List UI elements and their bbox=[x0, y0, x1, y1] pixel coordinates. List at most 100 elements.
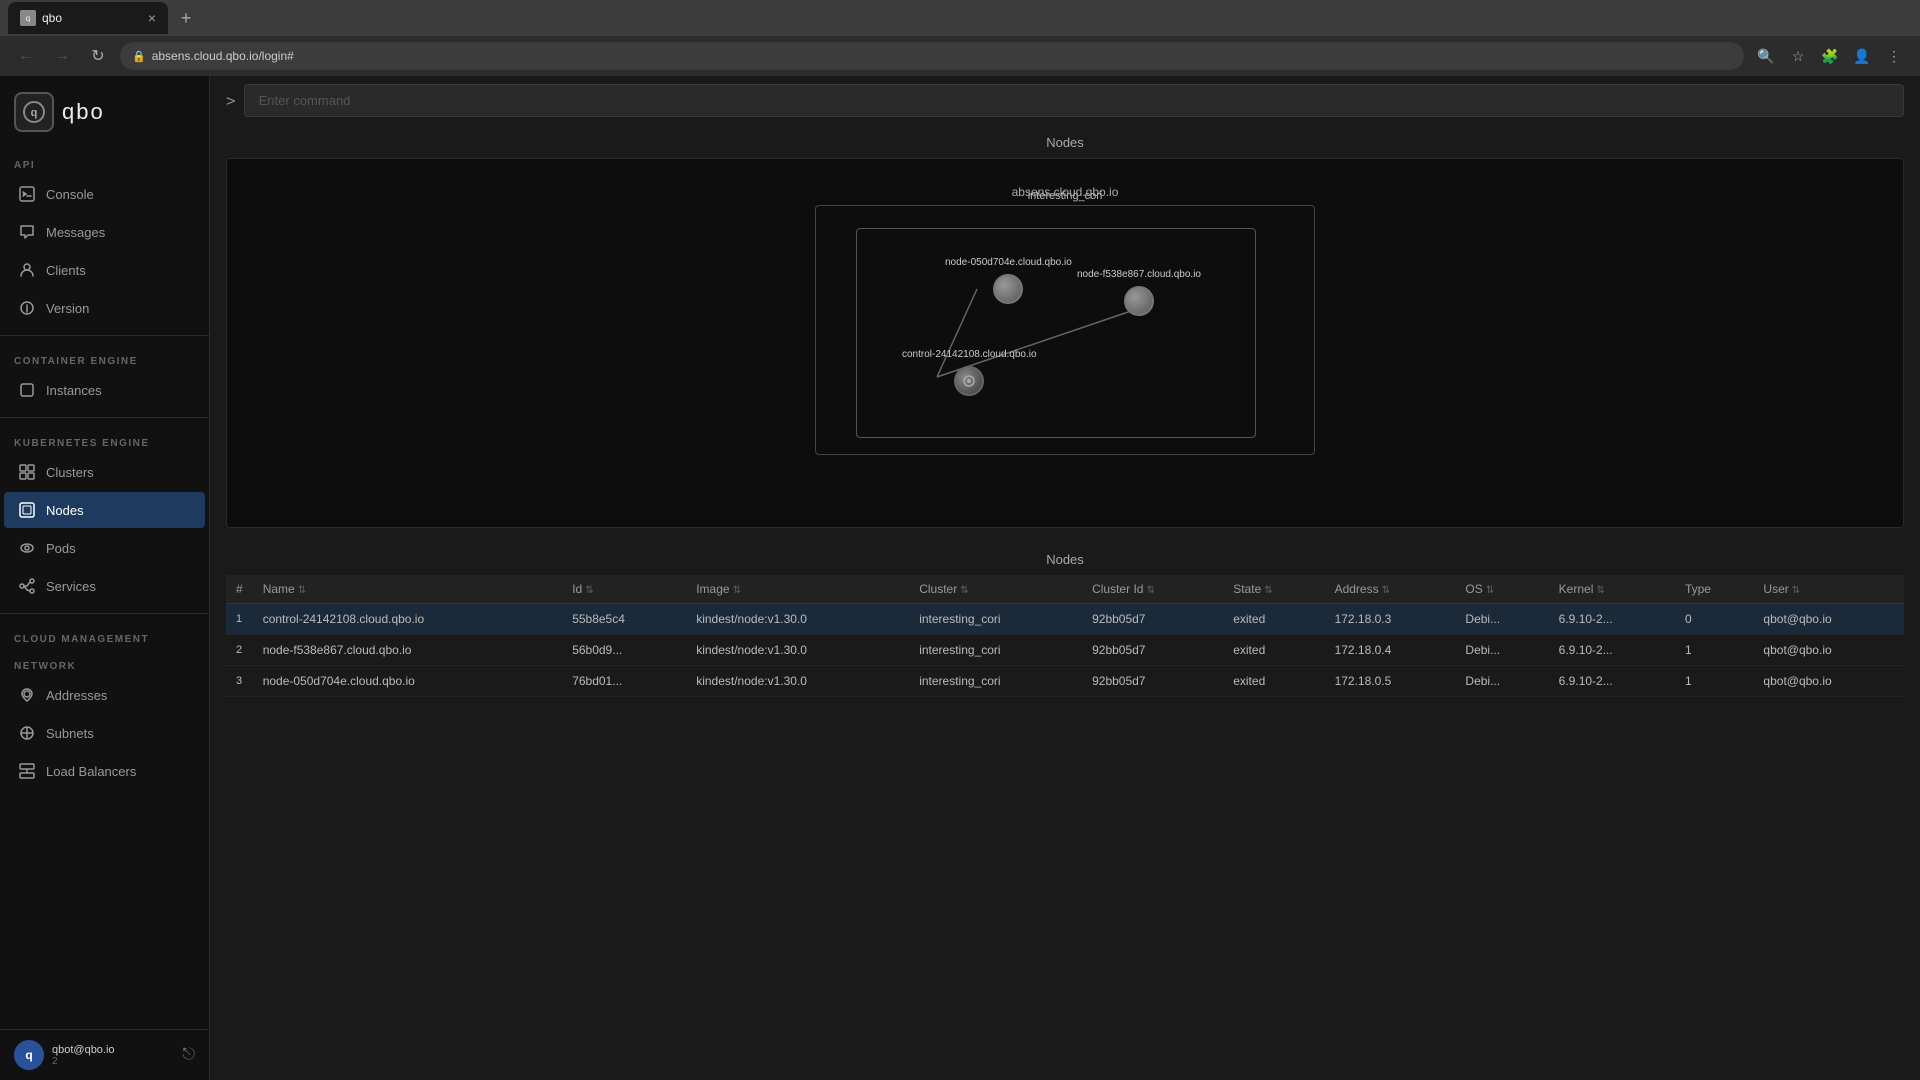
address-bar: ← → ↻ 🔒 absens.cloud.qbo.io/login# 🔍 ☆ 🧩… bbox=[0, 36, 1920, 76]
sidebar-item-pods[interactable]: Pods bbox=[4, 530, 205, 566]
control-label: control-24142108.cloud.qbo.io bbox=[902, 349, 1037, 360]
cell-state: exited bbox=[1223, 635, 1324, 666]
sidebar-item-load-balancers[interactable]: Load Balancers bbox=[4, 753, 205, 789]
cell-kernel: 6.9.10-2... bbox=[1549, 604, 1675, 635]
tab-close-button[interactable]: × bbox=[148, 10, 156, 26]
addresses-icon bbox=[18, 686, 36, 704]
control-circle bbox=[954, 366, 984, 396]
sidebar-item-clients[interactable]: Clients bbox=[4, 252, 205, 288]
cell-cluster: interesting_cori bbox=[909, 666, 1082, 697]
table-row[interactable]: 2 node-f538e867.cloud.qbo.io 56b0d9... k… bbox=[226, 635, 1904, 666]
api-section-label: API bbox=[0, 148, 209, 175]
nodes-icon bbox=[18, 501, 36, 519]
cell-id: 76bd01... bbox=[562, 666, 686, 697]
services-label: Services bbox=[46, 579, 96, 594]
graph-node-control[interactable]: control-24142108.cloud.qbo.io bbox=[902, 349, 1037, 396]
user-avatar: q bbox=[14, 1040, 44, 1070]
col-type[interactable]: Type bbox=[1675, 575, 1753, 604]
command-bar: > bbox=[210, 76, 1920, 125]
container-engine-label: CONTAINER ENGINE bbox=[0, 344, 209, 371]
col-cluster[interactable]: Cluster⇅ bbox=[909, 575, 1082, 604]
tab-favicon: q bbox=[20, 10, 36, 26]
services-icon bbox=[18, 577, 36, 595]
menu-button[interactable]: ⋮ bbox=[1880, 42, 1908, 70]
cell-name: node-050d704e.cloud.qbo.io bbox=[253, 666, 563, 697]
sidebar-item-messages[interactable]: Messages bbox=[4, 214, 205, 250]
profile-button[interactable]: 👤 bbox=[1848, 42, 1876, 70]
cell-user: qbot@qbo.io bbox=[1753, 604, 1904, 635]
cell-address: 172.18.0.4 bbox=[1325, 635, 1456, 666]
sidebar-item-nodes[interactable]: Nodes bbox=[4, 492, 205, 528]
cell-os: Debi... bbox=[1455, 666, 1548, 697]
col-cluster-id[interactable]: Cluster Id⇅ bbox=[1082, 575, 1223, 604]
kubernetes-engine-label: KUBERNETES ENGINE bbox=[0, 426, 209, 453]
col-address[interactable]: Address⇅ bbox=[1325, 575, 1456, 604]
zoom-button[interactable]: 🔍 bbox=[1752, 42, 1780, 70]
bookmark-button[interactable]: ☆ bbox=[1784, 42, 1812, 70]
new-tab-button[interactable]: + bbox=[172, 4, 200, 32]
subnets-icon bbox=[18, 724, 36, 742]
node1-circle bbox=[993, 274, 1023, 304]
sidebar-footer: q qbot@qbo.io 2 ⎋ bbox=[0, 1029, 209, 1080]
instances-icon bbox=[18, 381, 36, 399]
sidebar-item-addresses[interactable]: Addresses bbox=[4, 677, 205, 713]
col-state[interactable]: State⇅ bbox=[1223, 575, 1324, 604]
logout-button[interactable]: ⎋ bbox=[182, 1046, 195, 1064]
col-user[interactable]: User⇅ bbox=[1753, 575, 1904, 604]
forward-button[interactable]: → bbox=[48, 42, 76, 70]
table-header-row: # Name⇅ Id⇅ Image⇅ Cluster⇅ Cluster Id⇅ … bbox=[226, 575, 1904, 604]
svg-text:q: q bbox=[31, 107, 38, 119]
cell-image: kindest/node:v1.30.0 bbox=[686, 666, 909, 697]
reload-button[interactable]: ↻ bbox=[84, 42, 112, 70]
table-section: Nodes # Name⇅ Id⇅ Image⇅ Cluster⇅ Cluste… bbox=[226, 544, 1904, 697]
clusters-icon bbox=[18, 463, 36, 481]
back-button[interactable]: ← bbox=[12, 42, 40, 70]
browser-chrome: q qbo × + ← → ↻ 🔒 absens.cloud.qbo.io/lo… bbox=[0, 0, 1920, 76]
table-section-title: Nodes bbox=[226, 544, 1904, 575]
table-row[interactable]: 3 node-050d704e.cloud.qbo.io 76bd01... k… bbox=[226, 666, 1904, 697]
cell-num: 3 bbox=[226, 666, 253, 697]
cell-type: 0 bbox=[1675, 604, 1753, 635]
url-box[interactable]: 🔒 absens.cloud.qbo.io/login# bbox=[120, 42, 1744, 70]
addresses-label: Addresses bbox=[46, 688, 107, 703]
command-input[interactable] bbox=[244, 84, 1904, 117]
sidebar-item-version[interactable]: Version bbox=[4, 290, 205, 326]
cell-type: 1 bbox=[1675, 635, 1753, 666]
col-id[interactable]: Id⇅ bbox=[562, 575, 686, 604]
user-count: 2 bbox=[52, 1056, 174, 1067]
tab-title: qbo bbox=[42, 11, 62, 25]
col-num[interactable]: # bbox=[226, 575, 253, 604]
extensions-button[interactable]: 🧩 bbox=[1816, 42, 1844, 70]
col-os[interactable]: OS⇅ bbox=[1455, 575, 1548, 604]
cell-address: 172.18.0.5 bbox=[1325, 666, 1456, 697]
cell-cluster-id: 92bb05d7 bbox=[1082, 635, 1223, 666]
cloud-management-label: CLOUD MANAGEMENT bbox=[0, 622, 209, 649]
sidebar-item-instances[interactable]: Instances bbox=[4, 372, 205, 408]
col-image[interactable]: Image⇅ bbox=[686, 575, 909, 604]
load-balancers-label: Load Balancers bbox=[46, 764, 136, 779]
url-text: absens.cloud.qbo.io/login# bbox=[152, 49, 294, 63]
cell-image: kindest/node:v1.30.0 bbox=[686, 635, 909, 666]
sidebar-item-subnets[interactable]: Subnets bbox=[4, 715, 205, 751]
sidebar-item-console[interactable]: Console bbox=[4, 176, 205, 212]
cell-name: node-f538e867.cloud.qbo.io bbox=[253, 635, 563, 666]
col-kernel[interactable]: Kernel⇅ bbox=[1549, 575, 1675, 604]
sidebar-item-services[interactable]: Services bbox=[4, 568, 205, 604]
clients-label: Clients bbox=[46, 263, 86, 278]
cell-address: 172.18.0.3 bbox=[1325, 604, 1456, 635]
graph-node-1[interactable]: node-050d704e.cloud.qbo.io bbox=[945, 257, 1072, 304]
network-label: NETWORK bbox=[0, 649, 209, 676]
table-row[interactable]: 1 control-24142108.cloud.qbo.io 55b8e5c4… bbox=[226, 604, 1904, 635]
cell-cluster-id: 92bb05d7 bbox=[1082, 604, 1223, 635]
pods-label: Pods bbox=[46, 541, 76, 556]
console-label: Console bbox=[46, 187, 94, 202]
sidebar-item-clusters[interactable]: Clusters bbox=[4, 454, 205, 490]
logo-text: qbo bbox=[62, 99, 105, 125]
cell-num: 1 bbox=[226, 604, 253, 635]
divider-1 bbox=[0, 335, 209, 336]
user-email: qbot@qbo.io bbox=[52, 1044, 174, 1056]
lock-icon: 🔒 bbox=[132, 50, 146, 63]
col-name[interactable]: Name⇅ bbox=[253, 575, 563, 604]
graph-node-2[interactable]: node-f538e867.cloud.qbo.io bbox=[1077, 269, 1201, 316]
active-tab[interactable]: q qbo × bbox=[8, 2, 168, 34]
